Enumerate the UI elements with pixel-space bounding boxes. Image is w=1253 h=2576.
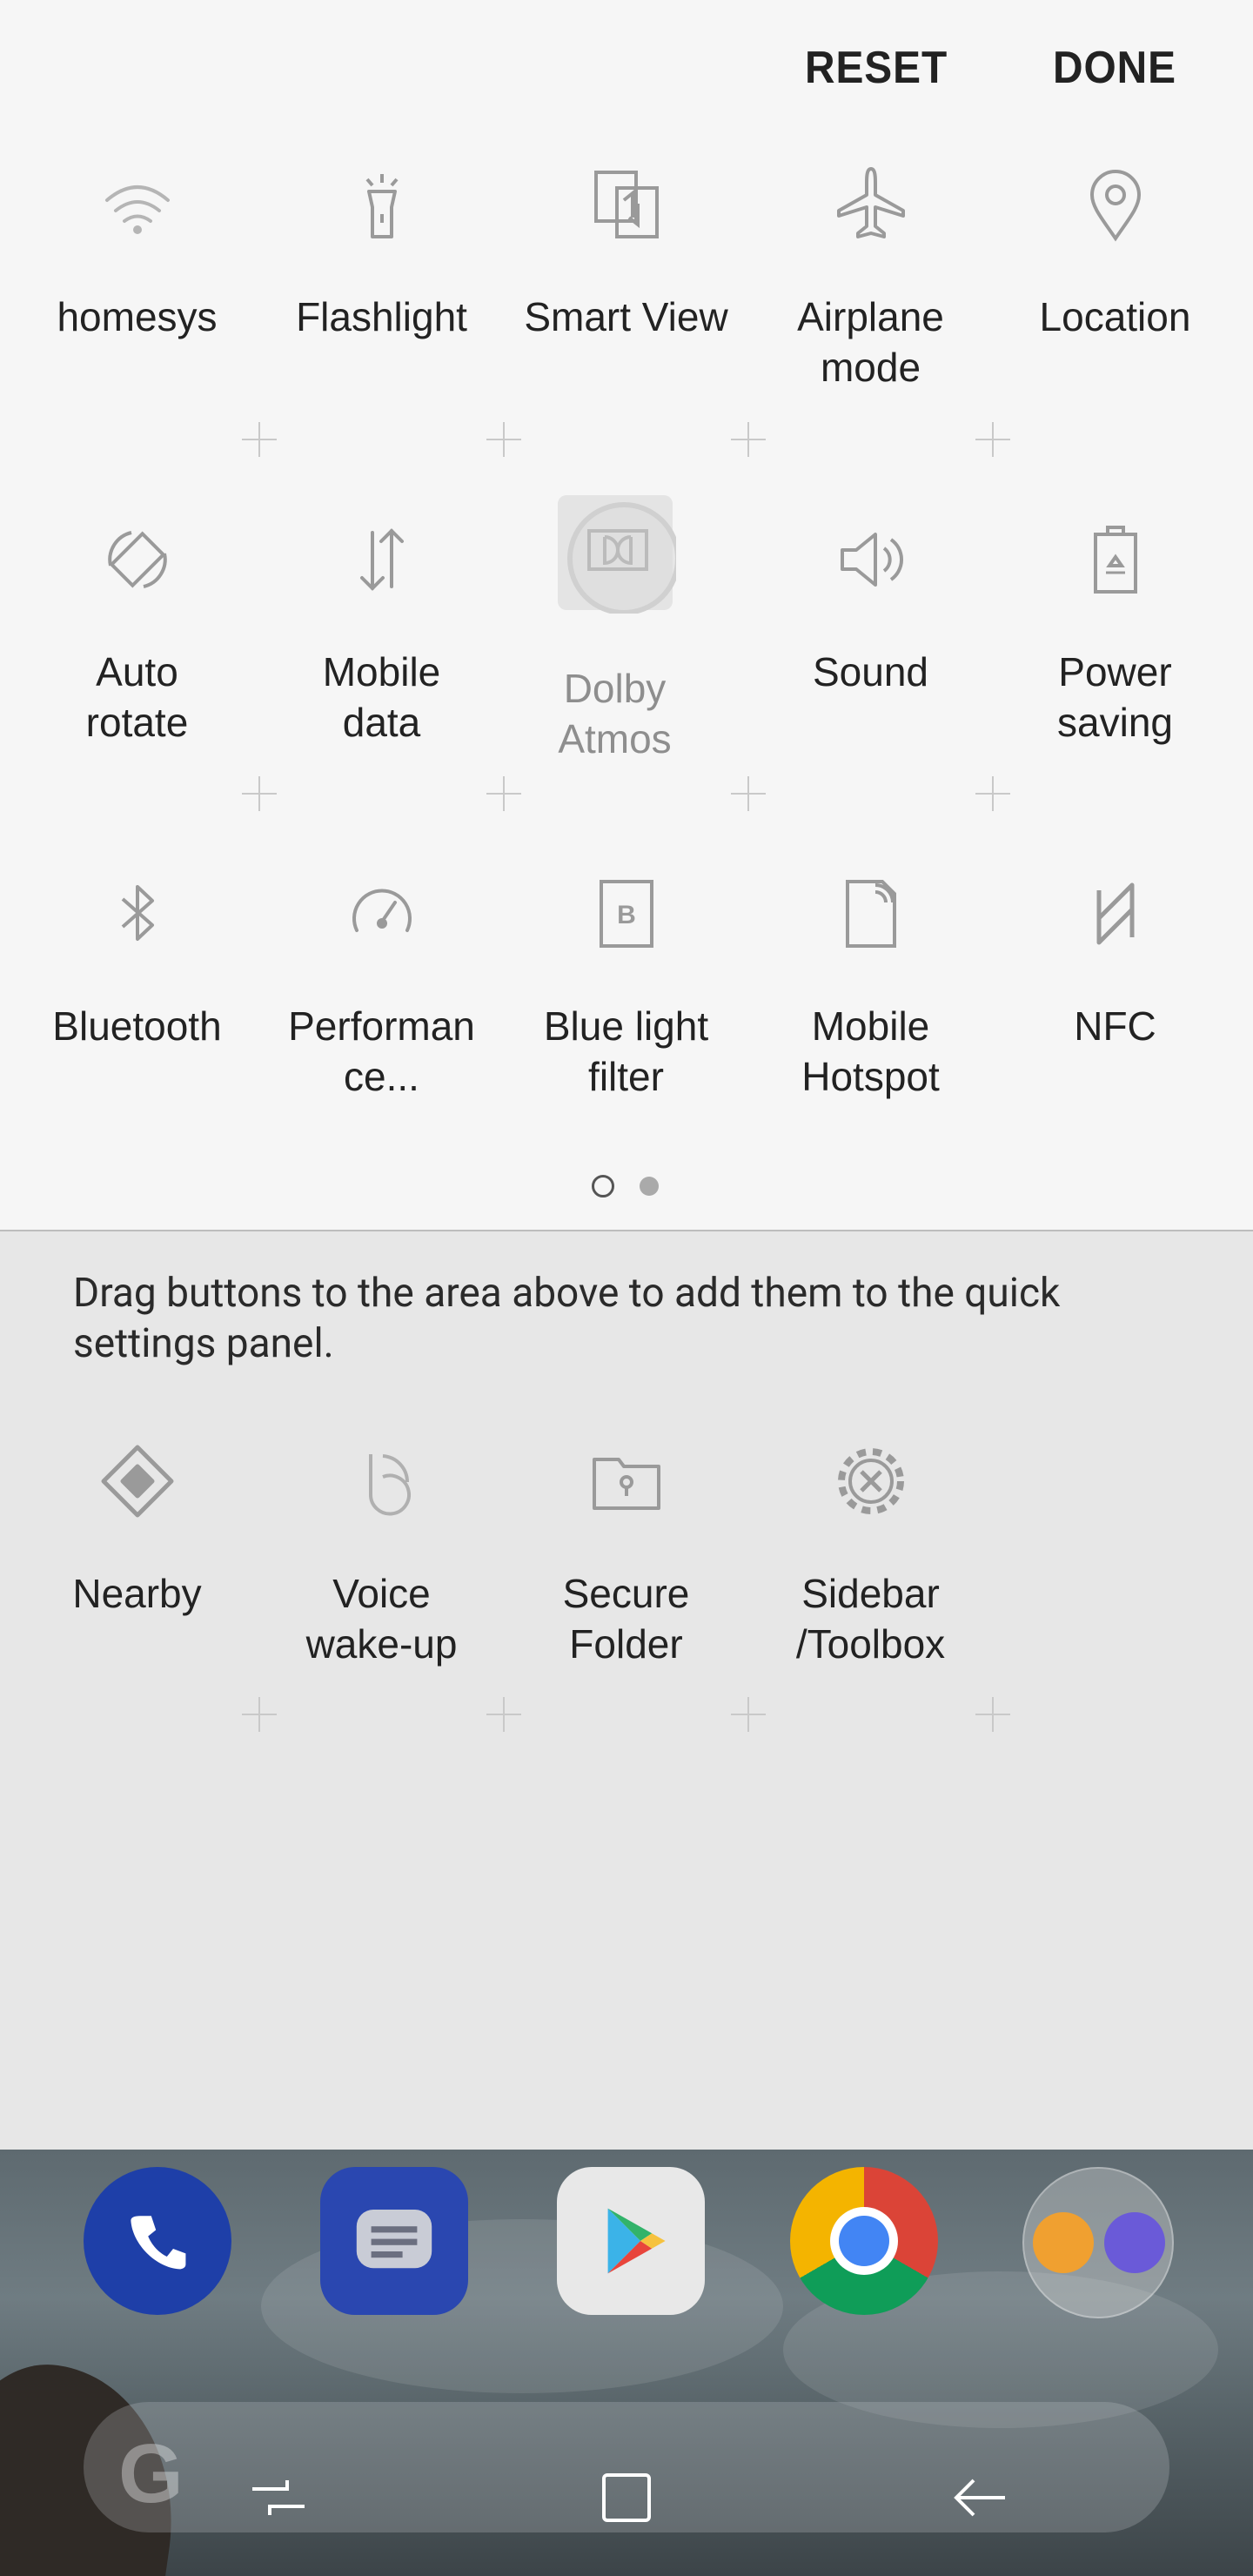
tile-label: homesys [57,294,218,339]
grid-plus-marker [242,422,277,457]
tile-label: Mobile data [322,649,441,745]
tile-label: Mobile Hotspot [801,1003,940,1099]
tile-label: Power saving [1057,649,1173,745]
tile-label: Sound [812,649,928,694]
tile-label: Sidebar /Toolbox [795,1571,946,1667]
grid-plus-marker [242,776,277,811]
folder-icon[interactable] [1022,2167,1174,2318]
airplane-icon [823,157,919,252]
toolbox-icon [823,1433,919,1529]
auto-rotate-icon [90,512,185,607]
dolby-icon [554,492,680,615]
grid-plus-marker [731,1697,766,1732]
nearby-icon [90,1433,185,1529]
wifi-icon [90,157,185,252]
mobile-data-icon [334,512,430,607]
google-g-icon: G [118,2427,184,2520]
tile-label: Flashlight [296,294,467,339]
back-icon[interactable] [944,2463,1014,2532]
tile-label: NFC [1074,1003,1156,1049]
smart-view-icon [579,157,674,252]
grid-plus-marker [486,776,521,811]
messages-icon[interactable] [320,2167,468,2315]
drag-hint-text: Drag buttons to the area above to add th… [73,1270,1061,1367]
location-icon [1068,157,1163,252]
phone-icon[interactable] [84,2167,231,2315]
tile-label: Voice wake-up [305,1571,458,1667]
sound-icon [823,512,919,607]
grid-plus-marker [975,1697,1010,1732]
tile-label: Secure Folder [562,1571,690,1667]
svg-text:B: B [617,901,636,929]
done-button[interactable]: DONE [1053,42,1176,94]
home-icon[interactable] [592,2463,661,2532]
grid-plus-marker [975,422,1010,457]
grid-plus-marker [486,1697,521,1732]
tile-label: Bluetooth [52,1003,222,1049]
play-store-icon[interactable] [557,2167,705,2315]
tile-label: Auto rotate [85,649,189,745]
nfc-icon [1068,866,1163,962]
page-dot[interactable] [640,1177,659,1196]
page-dot-current[interactable] [592,1175,614,1197]
page-indicator [0,1175,1253,1210]
tile-label: Location [1039,294,1191,339]
available-buttons-tray: Drag buttons to the area above to add th… [0,1230,1253,2151]
chrome-icon[interactable] [790,2167,938,2315]
grid-plus-marker [242,1697,277,1732]
bluetooth-icon [90,866,185,962]
tile-label: Blue light filter [543,1003,709,1099]
tile-label: Airplane mode [797,294,944,390]
tile-label: Dolby Atmos [558,666,672,761]
power-saving-icon [1068,512,1163,607]
performance-icon [334,866,430,962]
grid-plus-marker [731,776,766,811]
flashlight-icon [334,157,430,252]
tile-label: Smart View [524,294,728,339]
recents-icon[interactable] [244,2463,313,2532]
hotspot-icon [823,866,919,962]
grid-plus-marker [731,422,766,457]
reset-button[interactable]: RESET [805,42,948,94]
blue-light-icon: B [579,866,674,962]
top-action-bar: RESET DONE [0,0,1253,148]
secure-folder-icon [579,1433,674,1529]
tile-label: Performan ce... [288,1003,475,1099]
tile-label: Nearby [72,1571,202,1616]
grid-plus-marker [486,422,521,457]
grid-plus-marker [975,776,1010,811]
voice-wakeup-icon [334,1433,430,1529]
